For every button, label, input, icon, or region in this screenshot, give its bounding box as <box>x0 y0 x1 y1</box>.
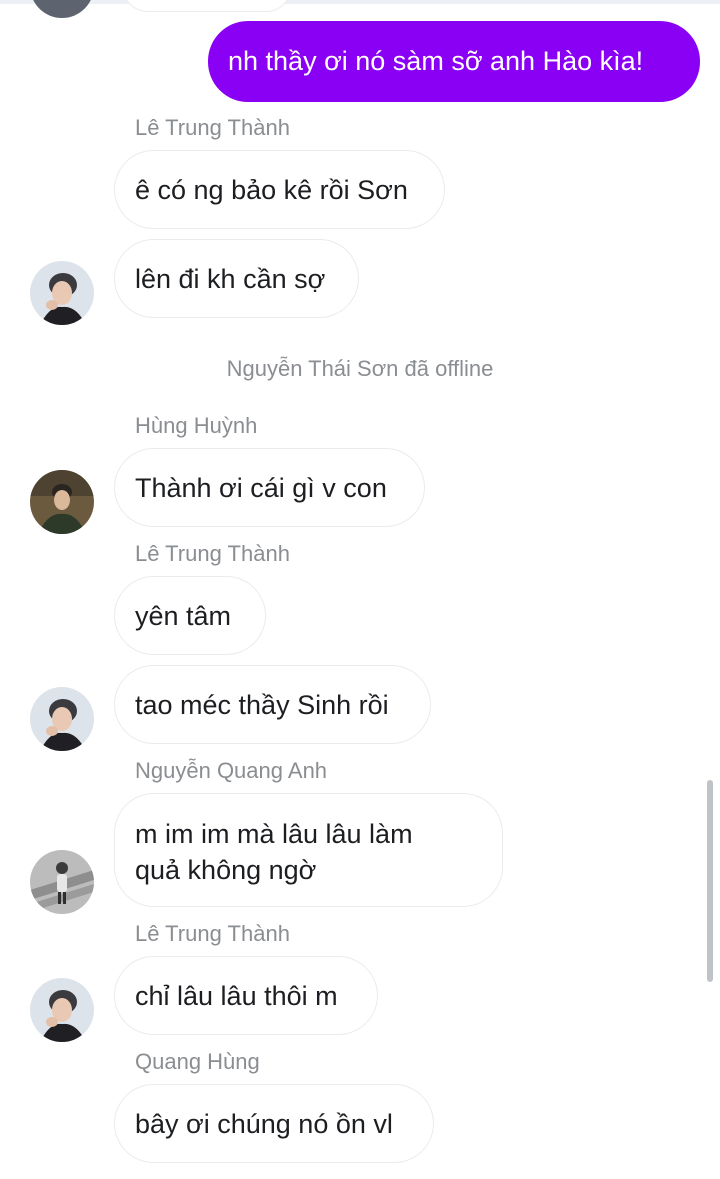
sender-name: Quang Hùng <box>135 1049 260 1074</box>
message-bubble[interactable]: tao méc thầy Sinh rồi <box>114 665 431 744</box>
avatar[interactable] <box>30 687 94 751</box>
message-bubble[interactable]: ê có ng bảo kê rồi Sơn <box>114 150 445 229</box>
avatar[interactable] <box>30 0 94 18</box>
sender-name: Lê Trung Thành <box>135 921 290 946</box>
avatar-photo <box>30 261 94 325</box>
sender-name: Lê Trung Thành <box>135 115 290 140</box>
message-bubble[interactable]: chỉ lâu lâu thôi m <box>114 956 378 1035</box>
message-bubble-clipped[interactable] <box>122 0 292 12</box>
message-text: yên tâm <box>135 601 232 631</box>
message-text-line: quả không ngờ <box>135 855 317 885</box>
message-bubble[interactable]: Thành ơi cái gì v con <box>114 448 425 527</box>
message-text-line: m im im mà lâu lâu làm <box>135 819 413 849</box>
message-text: lên đi kh cần sợ <box>135 264 326 294</box>
avatar[interactable] <box>30 470 94 534</box>
message-bubble-outgoing[interactable]: nh thầy ơi nó sàm sỡ anh Hào kìa! <box>208 21 700 102</box>
avatar[interactable] <box>30 978 94 1042</box>
message-text: nh thầy ơi nó sàm sỡ anh Hào kìa! <box>228 46 644 76</box>
avatar-photo <box>30 470 94 534</box>
sender-name: Hùng Huỳnh <box>135 413 258 438</box>
scrollbar[interactable] <box>707 780 713 982</box>
sender-name: Lê Trung Thành <box>135 541 290 566</box>
system-notice: Nguyễn Thái Sơn đã offline <box>226 356 494 381</box>
message-text: chỉ lâu lâu thôi m <box>135 981 338 1011</box>
top-edge <box>0 0 720 4</box>
message-bubble[interactable]: bây ơi chúng nó ồn vl <box>114 1084 434 1163</box>
avatar-photo <box>30 687 94 751</box>
sender-name: Nguyễn Quang Anh <box>135 758 328 783</box>
avatar-photo <box>30 978 94 1042</box>
message-text: ê có ng bảo kê rồi Sơn <box>135 175 408 205</box>
message-bubble[interactable]: yên tâm <box>114 576 266 655</box>
message-bubble[interactable]: m im im mà lâu lâu làm quả không ngờ <box>114 793 503 907</box>
avatar-photo <box>30 850 94 914</box>
avatar[interactable] <box>30 261 94 325</box>
message-text: Thành ơi cái gì v con <box>135 473 387 503</box>
message-text: bây ơi chúng nó ồn vl <box>135 1109 393 1139</box>
message-text: tao méc thầy Sinh rồi <box>135 690 389 720</box>
message-bubble[interactable]: lên đi kh cần sợ <box>114 239 359 318</box>
avatar[interactable] <box>30 850 94 914</box>
